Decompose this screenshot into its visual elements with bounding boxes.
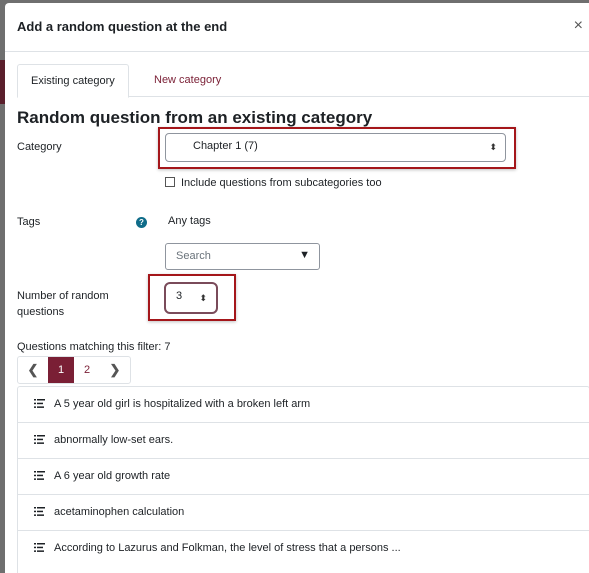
tags-search-field[interactable]: ▼ bbox=[165, 243, 320, 270]
multichoice-icon bbox=[34, 471, 45, 480]
subcategories-option[interactable]: Include questions from subcategories too bbox=[165, 177, 382, 189]
category-select[interactable]: Chapter 1 (7) ⬍ bbox=[165, 133, 506, 162]
list-item[interactable]: According to Lazurus and Folkman, the le… bbox=[18, 531, 589, 566]
tags-current-value: Any tags bbox=[168, 215, 211, 227]
dropdown-caret-icon[interactable]: ▼ bbox=[299, 249, 310, 261]
tab-existing-category[interactable]: Existing category bbox=[17, 64, 129, 98]
modal-header: Add a random question at the end × bbox=[5, 3, 589, 52]
random-count-label: Number of random questions bbox=[17, 290, 109, 318]
random-count-select[interactable]: 3 ⬍ bbox=[164, 282, 218, 314]
tags-search-input[interactable] bbox=[174, 249, 288, 263]
page-1-button[interactable]: 1 bbox=[48, 357, 74, 383]
list-item[interactable]: acetaminophen calculation bbox=[18, 495, 589, 531]
question-name: According to Lazurus and Folkman, the le… bbox=[54, 542, 401, 554]
tab-new-category[interactable]: New category bbox=[141, 64, 234, 96]
pagination-next-icon[interactable]: ❯ bbox=[102, 357, 128, 383]
category-label: Category bbox=[17, 141, 62, 153]
section-heading: Random question from an existing categor… bbox=[17, 108, 373, 127]
random-count-value: 3 bbox=[176, 290, 183, 302]
tags-label: Tags bbox=[17, 216, 41, 228]
select-arrows-icon: ⬍ bbox=[199, 293, 207, 303]
multichoice-icon bbox=[34, 543, 45, 552]
list-item[interactable]: A 6 year old growth rate bbox=[18, 459, 589, 495]
random-question-modal: Add a random question at the end × Exist… bbox=[5, 3, 589, 573]
multichoice-icon bbox=[34, 399, 45, 408]
question-name: A 6 year old growth rate bbox=[54, 470, 171, 482]
pagination-prev-icon[interactable]: ❮ bbox=[20, 357, 46, 383]
list-item[interactable]: abnormally low-set ears. bbox=[18, 423, 589, 459]
help-icon[interactable]: ? bbox=[136, 217, 147, 228]
filter-summary: Questions matching this filter: 7 bbox=[17, 341, 171, 353]
category-select-value: Chapter 1 (7) bbox=[193, 140, 258, 152]
pagination: ❮ 1 2 ❯ bbox=[17, 356, 131, 384]
close-button[interactable]: × bbox=[574, 18, 583, 34]
subcategories-checkbox[interactable] bbox=[165, 177, 175, 187]
multichoice-icon bbox=[34, 507, 45, 516]
question-name: A 5 year old girl is hospitalized with a… bbox=[54, 398, 311, 410]
page-2-button[interactable]: 2 bbox=[74, 357, 100, 383]
question-name: acetaminophen calculation bbox=[54, 506, 185, 518]
category-tabs: Existing category New category bbox=[17, 64, 589, 98]
select-arrows-icon: ⬍ bbox=[489, 142, 497, 152]
question-name: abnormally low-set ears. bbox=[54, 434, 174, 446]
list-item[interactable]: A 5 year old girl is hospitalized with a… bbox=[18, 387, 589, 423]
question-list: A 5 year old girl is hospitalized with a… bbox=[17, 386, 589, 573]
multichoice-icon bbox=[34, 435, 45, 444]
modal-title: Add a random question at the end bbox=[17, 19, 228, 34]
subcategories-label: Include questions from subcategories too bbox=[181, 177, 382, 189]
